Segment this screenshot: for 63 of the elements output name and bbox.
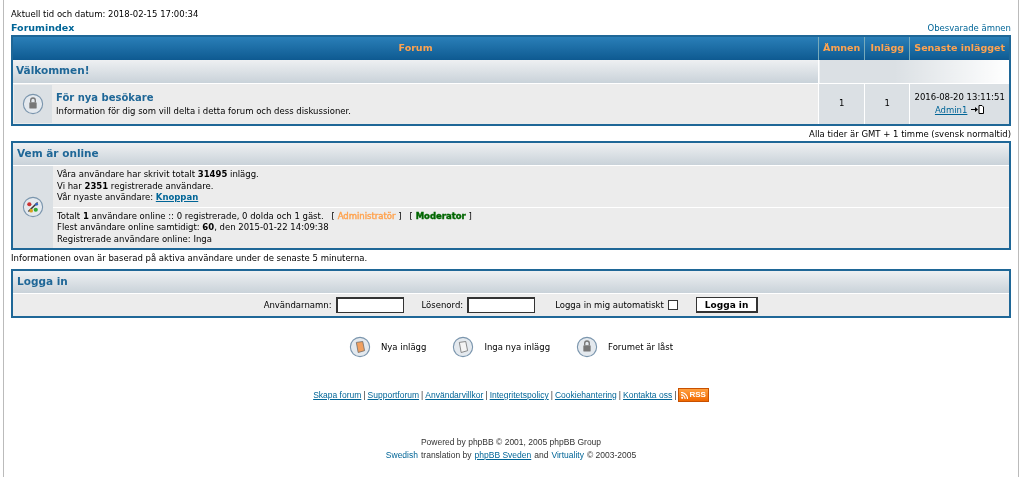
- group-legend: [ Administratör ]: [331, 210, 402, 221]
- stats-text: Våra användare har skrivit totalt 31495 inlägg.: [57, 169, 259, 180]
- column-header: Inlägg: [864, 37, 910, 60]
- go-to-post-icon[interactable]: [971, 105, 985, 115]
- separator-text: |: [485, 388, 488, 402]
- feed-icon: [681, 391, 689, 399]
- credit-text: © 2003-2005: [586, 448, 637, 462]
- auto-login-label: Logga in mig automatiskt: [555, 298, 664, 312]
- newest-user-label: Vår nyaste användare:: [57, 192, 154, 203]
- topic-count: 1: [839, 98, 845, 109]
- column-header: Ämnen: [818, 37, 865, 60]
- last-post-time: 2016-08-20 13:11:51: [913, 90, 1006, 104]
- unanswered-link[interactable]: Obesvarade ämnen: [927, 22, 1011, 35]
- separator-text: |: [421, 388, 424, 402]
- lock-icon: [22, 92, 44, 115]
- credit-text: and: [534, 448, 549, 462]
- auto-login-checkbox[interactable]: [667, 300, 678, 310]
- registered-online-text: Registrerade användare online: Inga: [57, 233, 212, 244]
- username-label: Användarnamn:: [263, 298, 332, 312]
- record-text: Flest användare online samtidigt: 60, den 2015-01-22 14:09:38: [57, 222, 329, 233]
- credit-link[interactable]: phpBB Sveden: [474, 448, 532, 462]
- section-title[interactable]: Logga in: [17, 275, 68, 287]
- post-count: 1: [884, 98, 890, 109]
- legend-label: Forumet är låst: [608, 340, 673, 354]
- category-title[interactable]: Välkommen!: [16, 64, 90, 77]
- credit-link[interactable]: Virtuality: [551, 448, 584, 462]
- footer-link[interactable]: Användarvillkor: [425, 388, 484, 402]
- footer-link[interactable]: Kontakta oss: [623, 388, 673, 402]
- forum-index-link[interactable]: Forumindex: [11, 20, 75, 35]
- footer-link[interactable]: Integritetspolicy: [489, 388, 549, 402]
- section-title[interactable]: Vem är online: [17, 147, 99, 160]
- powered-by-text: Powered by phpBB © 2001, 2005 phpBB Group: [420, 437, 602, 447]
- password-field[interactable]: [467, 297, 536, 313]
- forum-link[interactable]: För nya besökare: [56, 91, 154, 103]
- timezone-note: Alla tider är GMT + 1 timme (svensk normaltid): [809, 128, 1011, 139]
- column-header: Senaste inlägget: [909, 37, 1009, 60]
- footer-link[interactable]: Cookiehantering: [554, 388, 617, 402]
- separator-text: |: [363, 388, 366, 402]
- lock-icon: [576, 336, 599, 358]
- online-note: Informationen ovan är baserad på aktiva användare under de senaste 5 minuterna.: [11, 253, 368, 264]
- footer-link[interactable]: Skapa forum: [313, 388, 362, 402]
- author-link[interactable]: Admin1: [934, 103, 968, 117]
- datetime-text: Aktuell tid och datum: 2018-02-15 17:00:34: [11, 9, 199, 19]
- credit-text: translation by: [420, 448, 472, 462]
- password-label: Lösenord:: [421, 298, 464, 312]
- language-link[interactable]: Swedish: [385, 448, 418, 462]
- legend-label: Inga nya inlägg: [484, 340, 551, 354]
- stats-text: Vi har 2351 registrerade användare.: [57, 180, 214, 191]
- username-field[interactable]: [335, 297, 404, 313]
- separator-text: |: [618, 388, 622, 402]
- forum-description: Information för dig som vill delta i detta forum och dess diskussioner.: [56, 104, 351, 118]
- separator-text: |: [674, 388, 677, 402]
- column-header: Forum: [13, 37, 819, 60]
- footer-link[interactable]: Supportforum: [367, 388, 420, 402]
- note-icon: [349, 336, 371, 358]
- group-legend: [ Moderator ]: [409, 210, 472, 221]
- users-icon: [22, 196, 44, 219]
- online-summary: Totalt 1 användare online :: 0 registrerade, 0 dolda och 1 gäst.: [57, 210, 324, 221]
- blank-note-icon: [452, 336, 475, 358]
- user-link[interactable]: Knoppan: [155, 192, 199, 203]
- separator-text: |: [550, 388, 553, 402]
- legend-label: Nya inlägg: [381, 340, 427, 354]
- login-button[interactable]: Logga in: [695, 297, 759, 313]
